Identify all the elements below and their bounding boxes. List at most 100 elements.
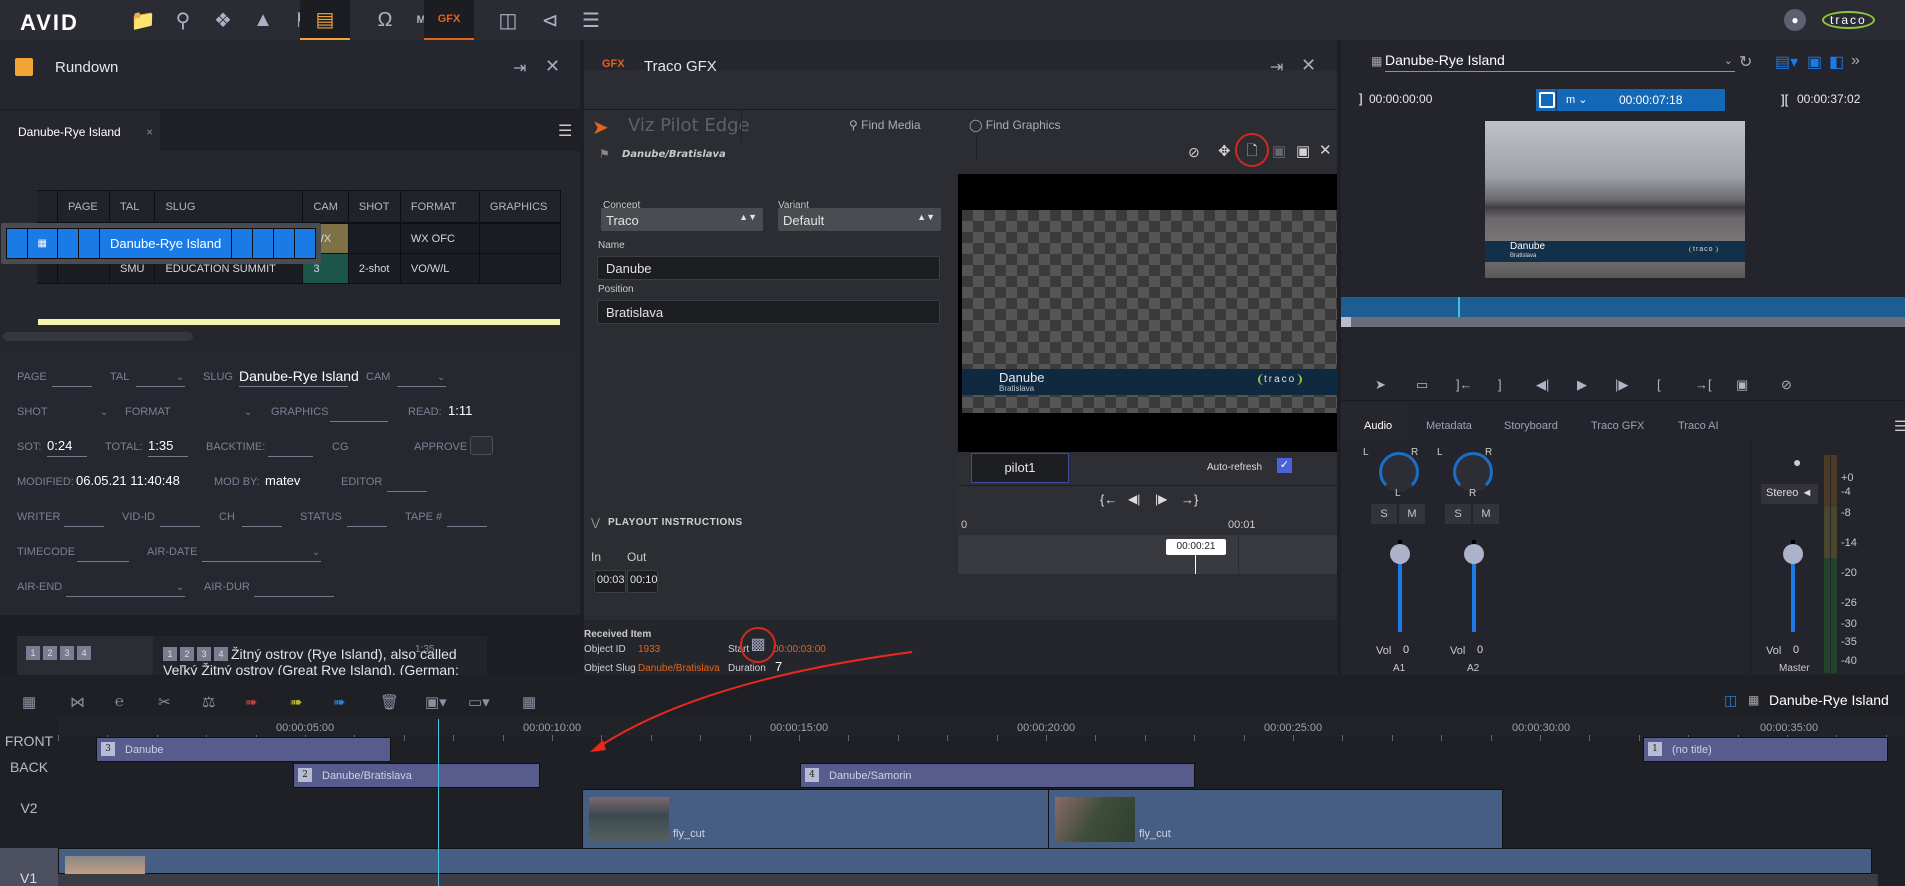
horizontal-scrollbar[interactable] <box>3 332 193 341</box>
auto-refresh-checkbox[interactable]: ✓ <box>1277 458 1292 473</box>
trash-icon[interactable]: 🗑 <box>380 693 399 711</box>
script-block[interactable]: 1 2 3 4 1 2 3 4 Žitný ostrov (Rye Island… <box>17 636 487 678</box>
video-clip-v1[interactable] <box>58 848 1872 876</box>
solo-button[interactable]: S <box>1445 504 1471 524</box>
cell-format[interactable]: VO/W/L <box>399 253 480 284</box>
refresh-icon[interactable]: ↻ <box>1739 52 1752 72</box>
col-header-shot[interactable]: SHOT <box>347 190 401 223</box>
position-bar[interactable] <box>1341 297 1905 327</box>
cell-shot[interactable] <box>252 228 275 259</box>
tab-storyboard[interactable]: Storyboard <box>1504 420 1558 432</box>
video-clip[interactable]: fly_cut <box>582 789 1049 849</box>
rundown-icon[interactable]: ▤ <box>300 0 350 40</box>
find-graphics-button[interactable]: ◯ Find Graphics <box>969 118 1060 132</box>
col-header-page[interactable]: PAGE <box>57 190 110 223</box>
save-dropdown-icon[interactable]: ▣▾ <box>425 693 447 711</box>
lift-icon[interactable]: ⚖ <box>202 693 215 711</box>
cam-cue[interactable]: 4 <box>77 646 91 660</box>
chevron-down-icon[interactable]: ⌄ <box>244 407 252 418</box>
gfx-icon[interactable]: GFX <box>424 0 474 40</box>
dock-icon[interactable]: ⇥ <box>513 58 526 78</box>
pan-knob[interactable] <box>1379 452 1419 492</box>
mode-select[interactable]: m ⌄ <box>1566 93 1587 106</box>
step-forward-icon[interactable]: |▶ <box>1615 377 1628 393</box>
col-header-cam[interactable]: CAM <box>302 190 349 223</box>
track-label-v1[interactable]: V1 <box>0 848 58 886</box>
stereo-select[interactable]: Stereo ◄ <box>1761 484 1818 504</box>
timeline-ruler[interactable] <box>58 715 1905 737</box>
add-track-dropdown-icon[interactable]: ▭▾ <box>468 693 490 711</box>
slug-field[interactable]: Danube-Rye Island <box>239 368 359 384</box>
close-icon[interactable]: ✕ <box>1319 141 1332 159</box>
cam-cue[interactable]: 3 <box>60 646 74 660</box>
send-icon[interactable]: ➤ <box>1375 377 1386 393</box>
clipboard-icon[interactable]: ◫ <box>1724 692 1737 709</box>
script-text-area[interactable]: 1 2 3 4 Žitný ostrov (Rye Island), also … <box>153 636 487 678</box>
menu-icon[interactable]: ☰ <box>1894 418 1905 435</box>
step-back-icon[interactable]: ◀| <box>1128 492 1140 506</box>
mark-out-icon[interactable]: ][ <box>1781 92 1788 107</box>
tab-traco-ai[interactable]: Traco AI <box>1678 420 1719 432</box>
cell-shot[interactable]: 2-shot <box>347 253 401 284</box>
concept-select[interactable]: Traco ▲▼ <box>601 208 763 231</box>
go-to-in-icon[interactable]: ]← <box>1456 377 1473 392</box>
cam-select[interactable] <box>397 386 446 387</box>
split-icon[interactable]: ◧ <box>1829 52 1844 72</box>
go-start-icon[interactable]: {← <box>1100 492 1117 507</box>
cam-cue[interactable]: 2 <box>43 646 57 660</box>
track-label-v2[interactable]: V2 <box>0 800 58 816</box>
timecode-field[interactable] <box>77 561 129 562</box>
cell-cam[interactable] <box>231 228 254 259</box>
track-label-front[interactable]: FRONT <box>0 733 58 749</box>
new-row-placeholder[interactable] <box>38 319 560 325</box>
cell-graphics[interactable] <box>294 228 317 259</box>
play-monitor-icon[interactable]: ▣ <box>1807 52 1822 72</box>
find-media-button[interactable]: ⚲ Find Media <box>849 118 921 132</box>
in-input[interactable]: 00:03 <box>594 570 626 593</box>
ch-field[interactable] <box>242 526 282 527</box>
graphics-field[interactable] <box>330 421 388 422</box>
layout-icon[interactable]: ▦ <box>22 693 36 711</box>
vidid-field[interactable] <box>160 526 200 527</box>
step-forward-icon[interactable]: |▶ <box>1155 492 1167 506</box>
playhead[interactable] <box>1195 555 1196 574</box>
tab-traco-gfx[interactable]: Traco GFX <box>1591 420 1644 432</box>
hide-icon[interactable]: ⊘ <box>1188 144 1200 161</box>
go-to-out-icon[interactable]: →[ <box>1695 377 1712 392</box>
volume-fader[interactable] <box>1472 552 1476 632</box>
graphic-clip[interactable]: 3 Danube <box>96 737 391 762</box>
duration-input[interactable]: 7 <box>775 659 782 674</box>
airdur-field[interactable] <box>254 596 334 597</box>
panels-icon[interactable]: ☰ <box>566 0 616 40</box>
page-field[interactable] <box>52 386 92 387</box>
cam-cue[interactable]: 1 <box>26 646 40 660</box>
mark-in-icon[interactable]: ] <box>1359 91 1363 106</box>
sequence-select[interactable]: Danube-Rye Island ⌄ <box>1385 52 1735 72</box>
dock-icon[interactable]: ⇥ <box>1270 57 1283 77</box>
graphic-clip[interactable]: 4 Danube/Samorin <box>800 763 1195 788</box>
track-label-back[interactable]: BACK <box>0 759 58 775</box>
pan-knob[interactable] <box>1453 452 1493 492</box>
fader-handle[interactable] <box>1783 544 1803 564</box>
channel-button[interactable]: pilot1 <box>971 453 1069 483</box>
status-field[interactable] <box>347 526 387 527</box>
cam-cue[interactable]: 3 <box>197 647 211 661</box>
airend-select[interactable] <box>66 596 185 597</box>
fader-handle[interactable] <box>1464 544 1484 564</box>
editor-field[interactable] <box>387 491 427 492</box>
name-input[interactable]: Danube <box>597 256 940 280</box>
safe-area-icon[interactable]: ▣ <box>1736 377 1748 393</box>
layout-icon[interactable]: ▤▾ <box>1775 52 1798 72</box>
close-icon[interactable]: ✕ <box>545 56 560 77</box>
col-header-graphics[interactable]: GRAPHICS <box>478 190 561 223</box>
preview-canvas[interactable]: Danube Bratislava traco <box>962 210 1337 413</box>
volume-fader[interactable] <box>1398 552 1402 632</box>
close-icon[interactable]: ✕ <box>1301 55 1316 76</box>
bowtie-icon[interactable]: ⋈ <box>70 693 85 711</box>
tape-field[interactable] <box>447 526 487 527</box>
cell-graphics[interactable] <box>478 223 561 254</box>
hide-graphics-icon[interactable]: ⊘ <box>1781 377 1792 393</box>
timecode-mode-icon[interactable] <box>1539 92 1555 108</box>
overwrite-blue-icon[interactable]: ➠ <box>333 693 346 711</box>
approve-checkbox[interactable] <box>470 436 493 455</box>
